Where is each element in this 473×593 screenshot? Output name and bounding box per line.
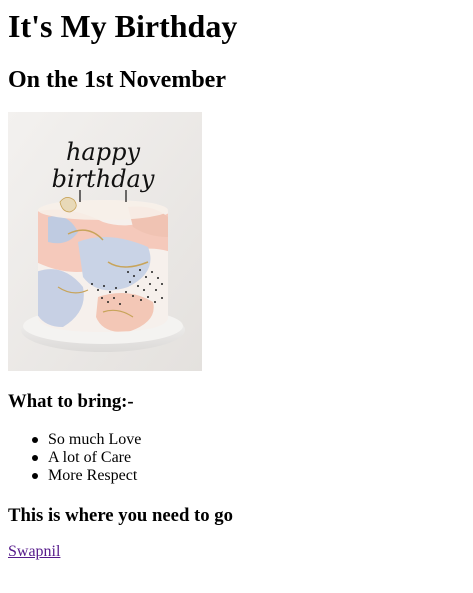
list-item: So much Love [8, 431, 308, 449]
page-subtitle: On the 1st November [8, 67, 226, 93]
list-item: More Respect [8, 467, 308, 485]
bring-list: So much Love A lot of Care More Respect [8, 431, 308, 485]
bullet-icon [32, 455, 38, 461]
location-heading: This is where you need to go [8, 505, 233, 526]
list-item: A lot of Care [8, 449, 308, 467]
list-item-label: So much Love [48, 431, 142, 448]
topper-happy-text: happy [66, 138, 140, 166]
birthday-cake-image: happy birthday [8, 112, 202, 371]
swapnil-link[interactable]: Swapnil [8, 543, 60, 561]
topper-birthday-text: birthday [52, 165, 155, 193]
what-to-bring-heading: What to bring:- [8, 391, 134, 412]
list-item-label: A lot of Care [48, 449, 132, 466]
list-item-label: More Respect [48, 467, 138, 484]
page-title: It's My Birthday [8, 8, 238, 44]
bullet-icon [32, 437, 38, 443]
bullet-icon [32, 473, 38, 479]
